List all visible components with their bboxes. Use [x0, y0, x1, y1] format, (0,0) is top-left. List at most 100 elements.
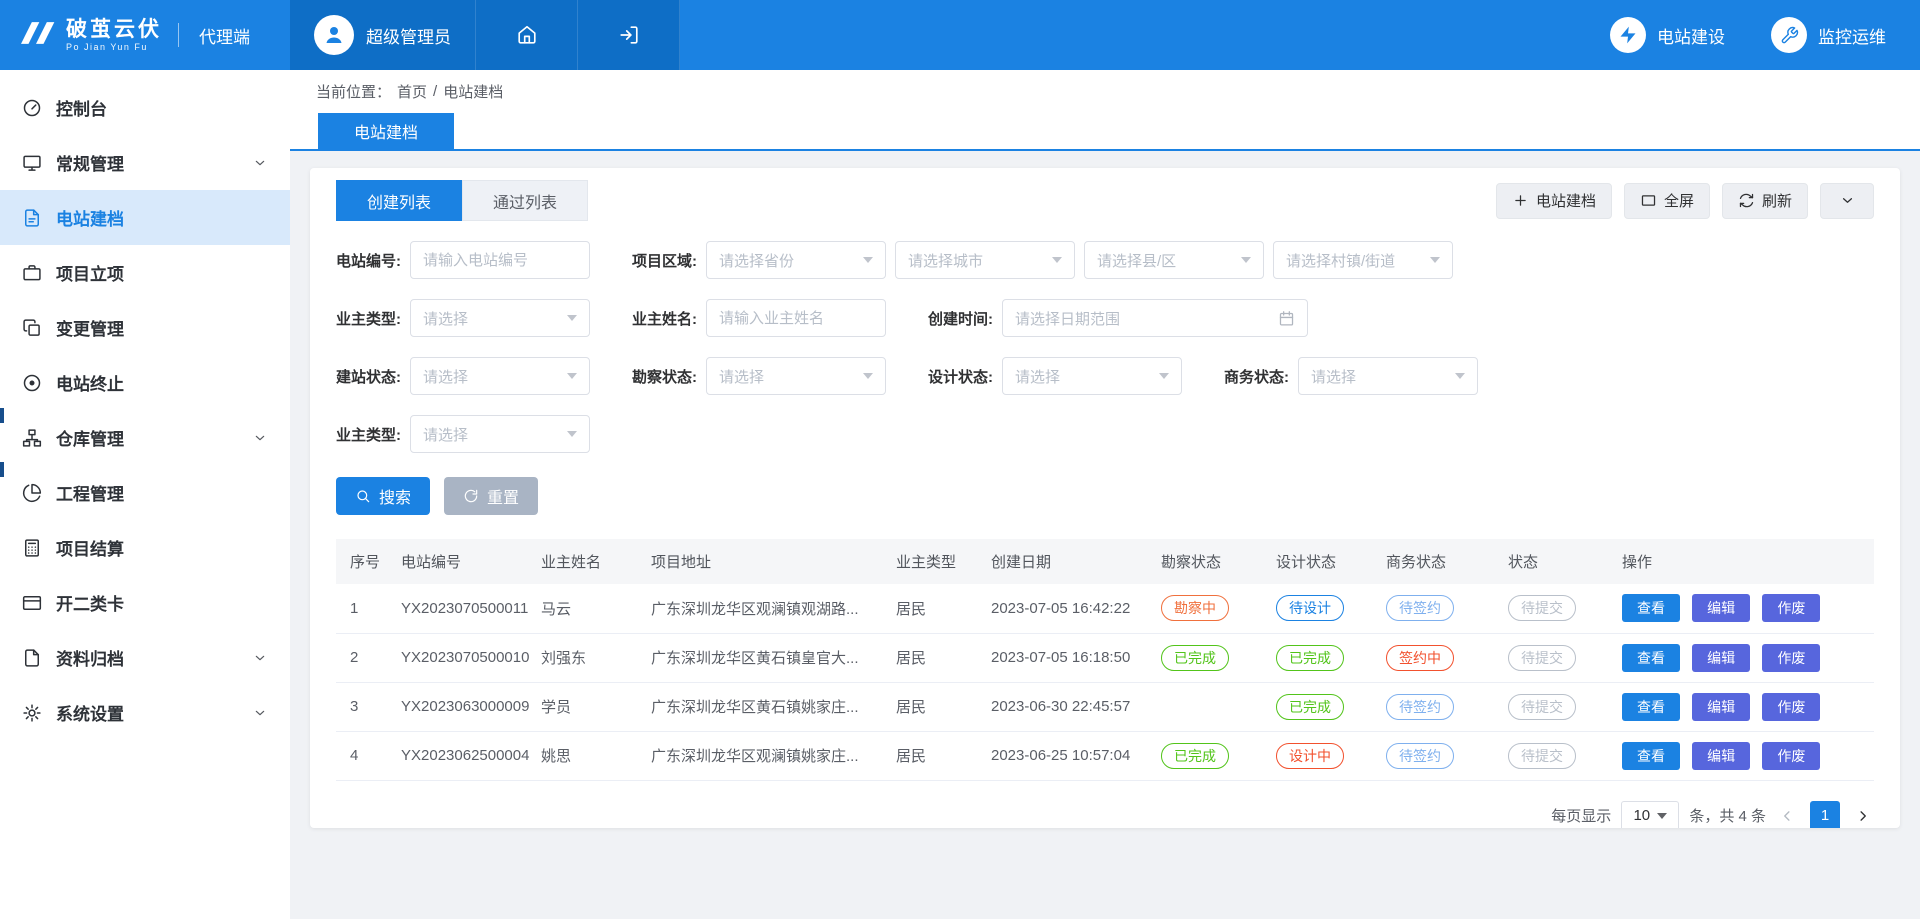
page-tab-station-filing[interactable]: 电站建档 — [318, 113, 454, 149]
sitemap-icon — [22, 428, 42, 448]
monitor-icon — [22, 153, 42, 173]
per-page-label: 每页显示 — [1551, 805, 1611, 826]
col-header-created: 创建日期 — [981, 539, 1151, 584]
province-select[interactable]: 请选择省份 — [706, 241, 886, 279]
sidebar-item-type2-card[interactable]: 开二类卡 — [0, 575, 290, 630]
page-number-button[interactable]: 1 — [1810, 801, 1840, 829]
home-button[interactable] — [476, 0, 578, 70]
collapse-toolbar-button[interactable] — [1820, 183, 1874, 219]
select-placeholder: 请选择 — [423, 424, 468, 445]
void-button[interactable]: 作废 — [1762, 742, 1820, 770]
void-button[interactable]: 作废 — [1762, 594, 1820, 622]
create-station-button[interactable]: 电站建档 — [1496, 183, 1612, 219]
sidebar-item-data-archive[interactable]: 资料归档 — [0, 630, 290, 685]
cell-created: 2023-06-25 10:57:04 — [981, 731, 1151, 780]
view-button[interactable]: 查看 — [1622, 742, 1680, 770]
sidebar-item-warehouse-management[interactable]: 仓库管理 — [0, 410, 290, 465]
logout-button[interactable] — [578, 0, 680, 70]
chevron-down-icon — [1839, 192, 1856, 209]
search-button[interactable]: 搜索 — [336, 477, 430, 515]
view-button[interactable]: 查看 — [1622, 693, 1680, 721]
logo-divider — [178, 23, 179, 47]
total-count-label: 条，共 4 条 — [1689, 805, 1766, 826]
pie-chart-icon — [22, 483, 42, 503]
void-button[interactable]: 作废 — [1762, 644, 1820, 672]
tab-passed-list[interactable]: 通过列表 — [462, 180, 588, 221]
filter-form: 电站编号: 项目区域: 请选择省份 请选择城市 — [336, 241, 1874, 453]
per-page-value: 10 — [1633, 807, 1650, 824]
build-status-select[interactable]: 请选择 — [410, 357, 590, 395]
create-time-range-input[interactable]: 请选择日期范围 — [1002, 299, 1308, 337]
owner-name-input[interactable] — [706, 299, 886, 337]
col-header-owner: 业主姓名 — [531, 539, 641, 584]
business-status-badge: 待签约 — [1386, 694, 1454, 720]
county-select[interactable]: 请选择县/区 — [1084, 241, 1264, 279]
sidebar-item-change-management[interactable]: 变更管理 — [0, 300, 290, 355]
design-status-select[interactable]: 请选择 — [1002, 357, 1182, 395]
sidebar-item-system-settings[interactable]: 系统设置 — [0, 685, 290, 740]
edit-button[interactable]: 编辑 — [1692, 644, 1750, 672]
per-page-select[interactable]: 10 — [1621, 801, 1679, 829]
briefcase-icon — [22, 263, 42, 283]
status-badge: 待提交 — [1508, 595, 1576, 621]
user-menu[interactable]: 超级管理员 — [290, 0, 476, 70]
sidebar-item-station-filing[interactable]: 电站建档 — [0, 190, 290, 245]
cell-owner: 马云 — [531, 584, 641, 633]
view-button[interactable]: 查看 — [1622, 644, 1680, 672]
app-logo: 破茧云伏 Po Jian Yun Fu 代理端 — [0, 0, 290, 70]
sidebar-scrollbar-mark — [0, 462, 4, 477]
breadcrumb-home[interactable]: 首页 — [397, 81, 427, 102]
void-button[interactable]: 作废 — [1762, 693, 1820, 721]
nav-monitor-ops[interactable]: 监控运维 — [1771, 17, 1886, 53]
sidebar-item-project-settlement[interactable]: 项目结算 — [0, 520, 290, 575]
filter-label-design-status: 设计状态: — [928, 366, 993, 387]
table-row: 1 YX2023070500011 马云 广东深圳龙华区观澜镇观湖路... 居民… — [336, 584, 1874, 633]
select-placeholder: 请选择 — [423, 308, 468, 329]
prev-page-button[interactable] — [1776, 805, 1798, 827]
fullscreen-label: 全屏 — [1664, 190, 1694, 211]
caret-down-icon — [1430, 257, 1440, 263]
col-header-actions: 操作 — [1612, 539, 1874, 584]
user-avatar-icon — [314, 15, 354, 55]
edit-button[interactable]: 编辑 — [1692, 742, 1750, 770]
breadcrumb-prefix: 当前位置： — [316, 81, 391, 102]
next-page-button[interactable] — [1852, 805, 1874, 827]
nav-station-build[interactable]: 电站建设 — [1610, 17, 1725, 53]
business-status-select[interactable]: 请选择 — [1298, 357, 1478, 395]
sidebar-item-engineering-management[interactable]: 工程管理 — [0, 465, 290, 520]
caret-down-icon — [1455, 373, 1465, 379]
reset-button[interactable]: 重置 — [444, 477, 538, 515]
select-placeholder: 请选择村镇/街道 — [1286, 250, 1395, 271]
sidebar-item-general-management[interactable]: 常规管理 — [0, 135, 290, 190]
table-row: 3 YX2023063000009 学员 广东深圳龙华区黄石镇姚家庄... 居民… — [336, 682, 1874, 731]
edit-button[interactable]: 编辑 — [1692, 693, 1750, 721]
survey-status-select[interactable]: 请选择 — [706, 357, 886, 395]
station-no-input[interactable] — [410, 241, 590, 279]
cell-created: 2023-07-05 16:42:22 — [981, 584, 1151, 633]
cell-owner: 刘强东 — [531, 633, 641, 682]
select-placeholder: 请选择县/区 — [1097, 250, 1176, 271]
wrench-icon — [1771, 17, 1807, 53]
view-button[interactable]: 查看 — [1622, 594, 1680, 622]
owner-type2-select[interactable]: 请选择 — [410, 415, 590, 453]
filter-label-build-status: 建站状态: — [336, 366, 401, 387]
cell-owner: 姚思 — [531, 731, 641, 780]
sidebar-item-console[interactable]: 控制台 — [0, 80, 290, 135]
edit-button[interactable]: 编辑 — [1692, 594, 1750, 622]
page-tab-bar: 电站建档 — [290, 113, 1920, 151]
cell-type: 居民 — [886, 731, 981, 780]
town-select[interactable]: 请选择村镇/街道 — [1273, 241, 1453, 279]
sidebar-item-station-termination[interactable]: 电站终止 — [0, 355, 290, 410]
refresh-button[interactable]: 刷新 — [1722, 183, 1808, 219]
select-placeholder: 请选择 — [1311, 366, 1356, 387]
chevron-right-icon — [1854, 807, 1872, 825]
sidebar: 控制台 常规管理 电站建档 项目立项 变更管理 电站终止 仓库管理 — [0, 70, 290, 919]
design-status-badge: 设计中 — [1276, 743, 1344, 769]
logo-subtitle: Po Jian Yun Fu — [66, 42, 162, 52]
tab-create-list[interactable]: 创建列表 — [336, 180, 462, 221]
owner-type-select[interactable]: 请选择 — [410, 299, 590, 337]
filter-label-business-status: 商务状态: — [1224, 366, 1289, 387]
sidebar-item-project-initiation[interactable]: 项目立项 — [0, 245, 290, 300]
city-select[interactable]: 请选择城市 — [895, 241, 1075, 279]
fullscreen-button[interactable]: 全屏 — [1624, 183, 1710, 219]
